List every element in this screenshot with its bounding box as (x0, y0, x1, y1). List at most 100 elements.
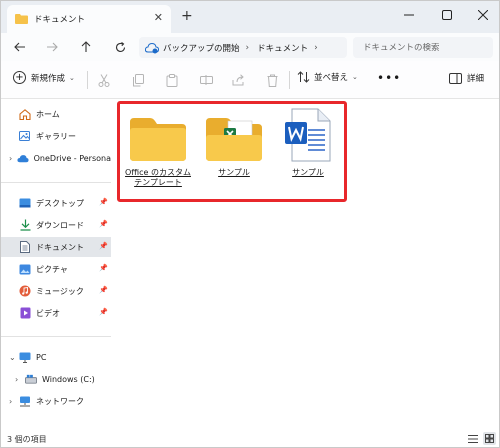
search-box[interactable] (353, 37, 493, 58)
address-row: バックアップの開始 › ドキュメント › (1, 33, 499, 61)
close-button[interactable] (465, 3, 500, 27)
sidebar-item-downloads[interactable]: ダウンロード 📌 (1, 215, 111, 235)
sidebar-item-pc[interactable]: ⌄ PC (1, 347, 111, 367)
sidebar-item-desktop[interactable]: デスクトップ 📌 (1, 193, 111, 213)
file-name[interactable]: サンプル (218, 168, 250, 178)
sidebar-item-onedrive[interactable]: › OneDrive - Persona (1, 148, 111, 168)
file-item-folder-sample[interactable]: サンプル (199, 108, 269, 178)
network-icon (19, 395, 31, 407)
folder-icon (126, 108, 190, 162)
chevron-right-icon[interactable]: › (246, 43, 250, 53)
up-button[interactable] (75, 37, 97, 57)
computer-icon (19, 351, 31, 363)
sidebar-item-label: PC (36, 352, 47, 362)
pictures-icon (19, 263, 31, 275)
sidebar-item-network[interactable]: › ネットワーク (1, 391, 111, 411)
list-view-icon[interactable] (467, 433, 479, 445)
scissors-icon (98, 73, 110, 87)
address-bar[interactable]: バックアップの開始 › ドキュメント › (139, 37, 347, 58)
sidebar-item-documents[interactable]: ドキュメント 📌 (1, 237, 111, 257)
copy-icon (133, 73, 144, 86)
refresh-button[interactable] (109, 37, 131, 57)
sidebar-item-home[interactable]: ホーム (1, 104, 111, 124)
sort-icon (297, 71, 310, 83)
plus-circle-icon: + (13, 71, 26, 84)
file-name[interactable]: サンプル (292, 168, 324, 178)
document-icon (19, 241, 31, 253)
pin-icon[interactable]: 📌 (99, 308, 108, 316)
new-tab-icon[interactable]: + (181, 9, 193, 23)
sidebar-item-label: デスクトップ (36, 198, 84, 208)
sidebar-item-videos[interactable]: ビデオ 📌 (1, 303, 111, 323)
pin-icon[interactable]: 📌 (99, 264, 108, 272)
chevron-right-icon[interactable]: › (15, 375, 25, 384)
sidebar-item-pictures[interactable]: ピクチャ 📌 (1, 259, 111, 279)
sort-button-label: 並べ替え (314, 73, 349, 83)
ellipsis-icon: ••• (377, 71, 402, 85)
details-pane-icon (449, 72, 462, 84)
paste-button[interactable] (163, 71, 181, 89)
trash-icon (267, 74, 277, 87)
back-button[interactable] (9, 37, 31, 57)
search-input[interactable] (363, 42, 483, 53)
sidebar-item-label: ネットワーク (36, 396, 84, 406)
tab-documents[interactable]: ドキュメント ✕ (7, 5, 171, 33)
arrow-right-icon (47, 42, 58, 52)
sidebar-item-label: ドキュメント (36, 242, 84, 252)
home-icon (19, 108, 31, 120)
file-list: Office のカスタム テンプレート サンプル サンプル (113, 100, 499, 430)
sidebar-item-label: ダウンロード (36, 220, 84, 230)
file-item-folder-office-templates[interactable]: Office のカスタム テンプレート (123, 108, 193, 188)
pin-icon[interactable]: 📌 (99, 198, 108, 206)
cut-button[interactable] (95, 71, 113, 89)
new-button[interactable]: + 新規作成 ⌄ (13, 71, 75, 84)
pin-icon[interactable]: 📌 (99, 220, 108, 228)
tiles-view-button[interactable] (483, 432, 496, 445)
file-name[interactable]: Office のカスタム テンプレート (123, 168, 193, 188)
title-bar: ドキュメント ✕ + (1, 1, 499, 33)
sidebar-item-label: ホーム (36, 109, 60, 119)
close-tab-icon[interactable]: ✕ (154, 12, 163, 23)
sidebar-item-gallery[interactable]: ギャラリー (1, 126, 111, 146)
sidebar-item-music[interactable]: ミュージック 📌 (1, 281, 111, 301)
sidebar-item-label: ピクチャ (36, 264, 68, 274)
close-icon (478, 10, 488, 20)
pin-icon[interactable]: 📌 (99, 242, 108, 250)
refresh-icon (115, 41, 125, 52)
sidebar-item-label: OneDrive - Persona (33, 153, 111, 163)
forward-button[interactable] (41, 37, 63, 57)
desktop-icon (19, 197, 31, 209)
grid-view-icon (485, 434, 494, 443)
arrow-up-icon (81, 41, 91, 52)
sidebar-item-label: ギャラリー (36, 131, 76, 141)
copy-button[interactable] (129, 71, 147, 89)
sidebar-item-label: Windows (C:) (42, 374, 95, 384)
folder-icon (15, 14, 28, 24)
toolbar-divider (289, 71, 290, 89)
music-icon (19, 285, 31, 297)
breadcrumb-backup[interactable]: バックアップの開始 (163, 42, 240, 54)
rename-button[interactable] (197, 71, 215, 89)
more-options-button[interactable]: ••• (377, 71, 401, 85)
delete-button[interactable] (263, 71, 281, 89)
sidebar-divider (1, 336, 111, 337)
item-count: 3 個の項目 (7, 434, 47, 444)
chevron-right-icon[interactable]: › (9, 154, 17, 163)
chevron-right-icon[interactable]: › (314, 43, 318, 53)
word-document-icon (276, 108, 340, 162)
sidebar-item-drive-c[interactable]: › Windows (C:) (1, 369, 111, 389)
sidebar-divider (1, 182, 111, 183)
breadcrumb-documents[interactable]: ドキュメント (257, 42, 308, 54)
file-explorer-window: ドキュメント ✕ + バックアップの開始 › ドキュメント › ドキュメントの検… (0, 0, 500, 448)
details-pane-button[interactable]: 詳細 (449, 72, 484, 84)
maximize-icon (442, 10, 452, 20)
chevron-right-icon[interactable]: › (9, 397, 19, 406)
share-button[interactable] (229, 71, 247, 89)
chevron-down-icon: ⌄ (352, 73, 358, 81)
file-item-word-sample[interactable]: サンプル (273, 108, 343, 178)
maximize-button[interactable] (429, 3, 465, 27)
sort-button[interactable]: 並べ替え ⌄ (297, 71, 358, 83)
pin-icon[interactable]: 📌 (99, 286, 108, 294)
chevron-down-icon[interactable]: ⌄ (9, 353, 19, 362)
minimize-button[interactable] (391, 3, 427, 27)
